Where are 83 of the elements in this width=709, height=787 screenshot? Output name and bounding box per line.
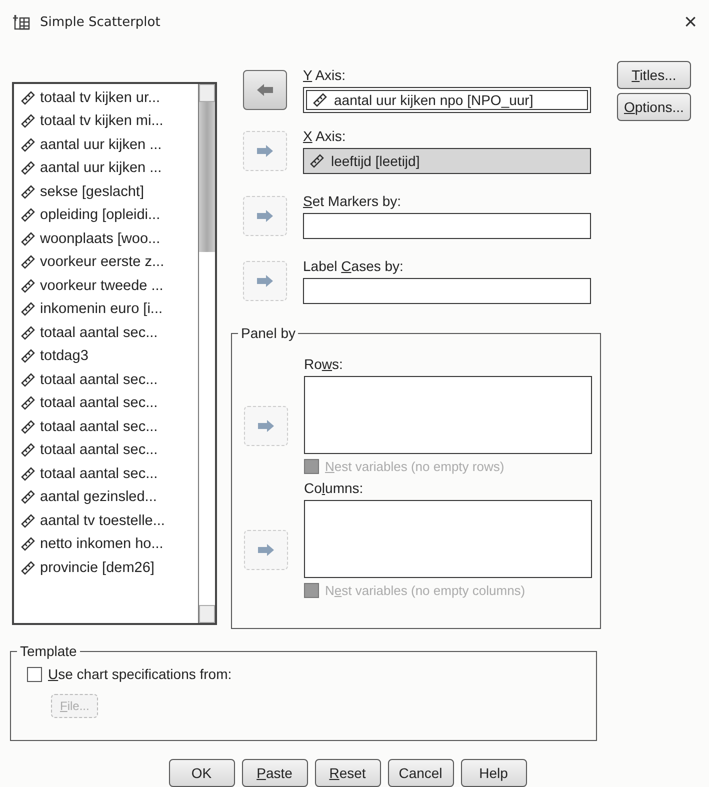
ruler-icon xyxy=(309,152,325,168)
field-label: Y Axis: xyxy=(303,67,347,83)
ruler-icon xyxy=(20,536,36,552)
variable-item[interactable]: totaal aantal sec... xyxy=(40,466,158,482)
dialog-button[interactable]: Reset xyxy=(314,759,380,787)
ruler-icon xyxy=(20,278,36,294)
dialog-button[interactable]: Options... xyxy=(617,93,691,121)
variable-item[interactable]: opleiding [opleidi... xyxy=(40,207,160,224)
list-field[interactable] xyxy=(304,376,592,454)
dialog-button[interactable]: Help xyxy=(460,759,526,787)
ruler-icon xyxy=(312,92,328,108)
variable-item[interactable]: aantal tv toestelle... xyxy=(40,512,165,529)
dialog-button[interactable]: Paste xyxy=(242,759,308,787)
variable-item[interactable]: netto inkomen ho... xyxy=(40,536,164,552)
variable-item[interactable]: voorkeur tweede ... xyxy=(40,278,164,294)
variable-item[interactable]: totdag3 xyxy=(40,348,88,364)
variable-item[interactable]: voorkeur eerste z... xyxy=(40,254,164,270)
variable-item[interactable]: inkomenin euro [i... xyxy=(40,301,163,318)
field-label: Label Cases by: xyxy=(303,258,404,274)
arrow-icon xyxy=(256,542,276,558)
field-label: Rows: xyxy=(304,356,344,372)
close-icon[interactable]: × xyxy=(684,11,697,33)
arrow-icon xyxy=(255,142,275,158)
ruler-icon xyxy=(20,136,36,153)
list-field[interactable] xyxy=(304,500,592,578)
ruler-icon xyxy=(20,395,36,412)
variable-item[interactable]: totaal tv kijken ur... xyxy=(40,90,160,106)
ruler-icon xyxy=(20,90,36,106)
group-title: Template xyxy=(17,643,80,659)
ruler-icon xyxy=(20,230,36,247)
checkbox-label: Use chart specifications from: xyxy=(48,666,232,682)
field-label: X Axis: xyxy=(303,128,347,144)
target-field[interactable]: aantal uur kijken npo [NPO_uur] xyxy=(303,87,591,113)
ruler-icon xyxy=(20,184,36,200)
ruler-icon xyxy=(20,489,36,506)
variable-item[interactable]: aantal uur kijken ... xyxy=(40,136,162,153)
target-field[interactable] xyxy=(303,278,591,304)
ruler-icon xyxy=(20,418,36,435)
ruler-icon xyxy=(20,301,36,318)
window-title: Simple Scatterplot xyxy=(40,14,162,30)
checkbox[interactable] xyxy=(27,666,42,682)
ruler-icon xyxy=(20,207,36,224)
variable-item[interactable]: provincie [dem26] xyxy=(40,560,154,576)
variable-item[interactable]: totaal aantal sec... xyxy=(40,395,158,412)
ruler-icon xyxy=(20,512,36,529)
variable-item[interactable]: sekse [geslacht] xyxy=(40,184,144,200)
target-field[interactable]: leeftijd [leetijd] xyxy=(303,148,591,174)
variable-item[interactable]: woonplaats [woo... xyxy=(40,230,160,247)
ruler-icon xyxy=(20,560,36,576)
field-label: Set Markers by: xyxy=(303,192,402,208)
variable-item[interactable]: totaal aantal sec... xyxy=(40,372,158,388)
ruler-icon xyxy=(20,254,36,270)
target-field[interactable] xyxy=(303,212,591,238)
variable-item[interactable]: totaal aantal sec... xyxy=(40,418,158,435)
ruler-icon xyxy=(20,466,36,482)
field-value: aantal uur kijken npo [NPO_uur] xyxy=(334,92,534,108)
move-arrow-button[interactable] xyxy=(243,70,287,110)
variable-item[interactable]: totaal tv kijken mi... xyxy=(40,113,164,130)
variable-item[interactable]: aantal gezinsled... xyxy=(40,489,157,506)
arrow-icon xyxy=(255,272,275,288)
field-label: Columns: xyxy=(304,480,364,496)
dialog-button[interactable]: Cancel xyxy=(388,759,454,787)
dialog-button[interactable]: OK xyxy=(168,759,234,787)
ruler-icon xyxy=(20,160,36,176)
ruler-icon xyxy=(20,324,36,341)
chart-app-icon xyxy=(12,12,32,32)
field-value: leeftijd [leetijd] xyxy=(331,152,420,168)
arrow-icon xyxy=(255,82,275,98)
group-title: Panel by xyxy=(238,325,298,341)
ruler-icon xyxy=(20,348,36,364)
arrow-icon xyxy=(256,418,276,434)
ruler-icon xyxy=(20,372,36,388)
scrollbar[interactable] xyxy=(198,84,215,623)
arrow-icon xyxy=(255,208,275,224)
ruler-icon xyxy=(20,113,36,130)
variable-item[interactable]: totaal aantal sec... xyxy=(40,442,158,458)
variable-item[interactable]: totaal aantal sec... xyxy=(40,324,158,341)
checkbox-label: Nest variables (no empty columns) xyxy=(325,582,526,598)
variable-list[interactable] xyxy=(12,82,217,625)
checkbox-label: Nest variables (no empty rows) xyxy=(325,458,504,474)
variable-item[interactable]: aantal uur kijken ... xyxy=(40,160,162,176)
dialog-button[interactable]: Titles... xyxy=(617,61,691,89)
ruler-icon xyxy=(20,442,36,458)
